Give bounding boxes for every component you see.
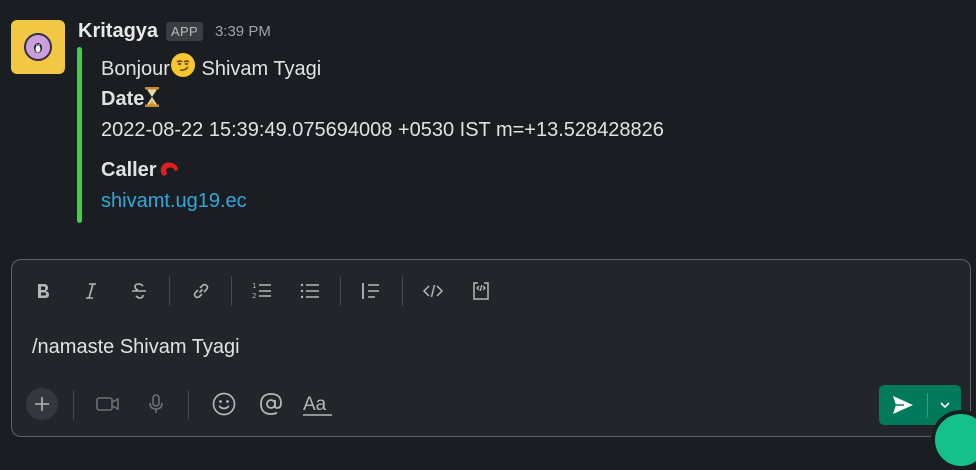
svg-text:Aa: Aa xyxy=(303,394,327,415)
greeting-name: Shivam Tyagi xyxy=(195,58,322,80)
greeting-prefix: Bonjour xyxy=(101,58,170,80)
caller-label-line: Caller xyxy=(101,157,181,185)
bot-logo-icon xyxy=(24,33,52,61)
attachment-color-bar xyxy=(77,47,82,223)
caller-link[interactable]: shivamt.ug19.ec xyxy=(101,190,247,213)
video-icon[interactable] xyxy=(92,388,124,420)
smirk-emoji-icon xyxy=(170,52,196,84)
phone-icon xyxy=(157,157,181,185)
strikethrough-icon[interactable] xyxy=(124,276,154,306)
ordered-list-icon[interactable]: 12 xyxy=(247,276,277,306)
bold-icon[interactable] xyxy=(28,276,58,306)
date-label: Date xyxy=(101,88,145,110)
chevron-down-icon xyxy=(939,402,950,409)
svg-text:1: 1 xyxy=(252,282,256,290)
add-attachment-button[interactable] xyxy=(26,388,58,420)
toolbar-divider xyxy=(169,276,170,306)
italic-icon[interactable] xyxy=(76,276,106,306)
microphone-icon[interactable] xyxy=(140,388,172,420)
avatar[interactable] xyxy=(11,20,65,74)
footer-divider xyxy=(188,390,189,420)
footer-divider xyxy=(73,390,74,420)
caller-label: Caller xyxy=(101,159,157,181)
message-composer: 12 /namaste Shivam Tyagi Aa xyxy=(11,259,971,437)
app-badge: APP xyxy=(166,21,203,41)
svg-text:2: 2 xyxy=(252,292,256,300)
formatting-toolbar: 12 xyxy=(12,260,970,320)
code-icon[interactable] xyxy=(418,276,448,306)
message-input[interactable]: /namaste Shivam Tyagi xyxy=(32,336,240,359)
mention-icon[interactable] xyxy=(255,388,287,420)
text-format-icon[interactable]: Aa xyxy=(302,388,334,420)
toolbar-divider xyxy=(340,276,341,306)
bulleted-list-icon[interactable] xyxy=(295,276,325,306)
toolbar-divider xyxy=(402,276,403,306)
message-header: Kritagya APP 3:39 PM xyxy=(78,18,271,44)
greeting-line: Bonjour Shivam Tyagi xyxy=(101,52,321,84)
grammar-assistant-icon[interactable] xyxy=(931,410,976,470)
timestamp[interactable]: 3:39 PM xyxy=(215,23,271,40)
hourglass-icon xyxy=(144,86,160,114)
blockquote-icon[interactable] xyxy=(356,276,386,306)
emoji-icon[interactable] xyxy=(208,388,240,420)
message-row: Kritagya APP 3:39 PM Bonjour Shivam Tyag… xyxy=(0,0,976,240)
sender-name[interactable]: Kritagya xyxy=(78,20,158,43)
code-block-icon[interactable] xyxy=(466,276,496,306)
link-icon[interactable] xyxy=(186,276,216,306)
toolbar-divider xyxy=(231,276,232,306)
date-label-line: Date xyxy=(101,86,160,114)
date-value: 2022-08-22 15:39:49.075694008 +0530 IST … xyxy=(101,119,664,141)
send-button[interactable] xyxy=(879,385,927,425)
